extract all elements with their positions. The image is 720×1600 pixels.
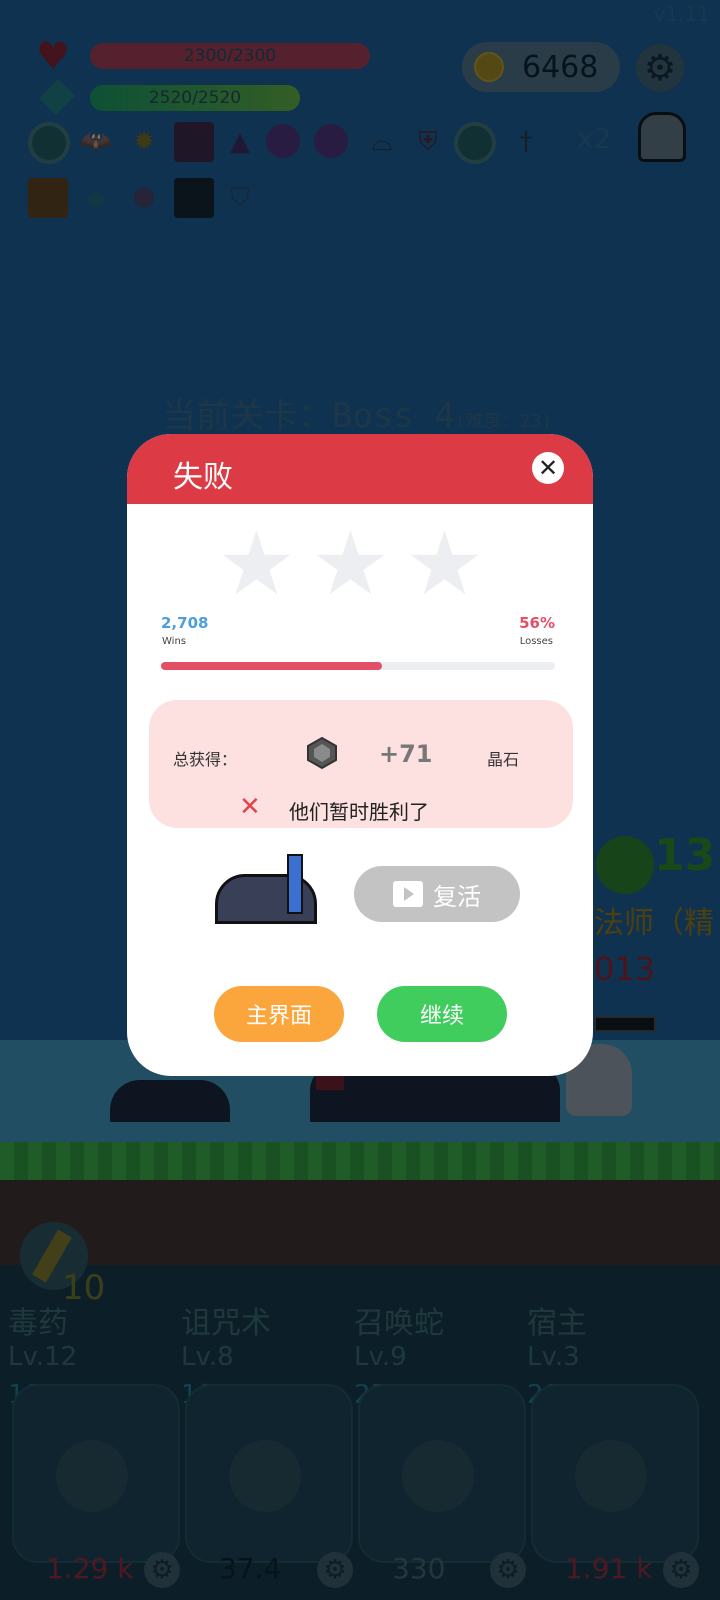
reward-label: 总获得：: [173, 750, 238, 769]
video-ad-icon: [393, 881, 423, 907]
losses-label: Losses: [519, 636, 553, 647]
defeat-dialog: 失败 ✕ ★ ★ ★ 2,708 Wins 56% Losses 总获得： +7…: [127, 434, 593, 1076]
revive-button[interactable]: 复活: [354, 866, 520, 922]
close-icon[interactable]: ✕: [532, 452, 564, 484]
fallen-hero-sprite: [215, 854, 319, 924]
continue-button[interactable]: 继续: [377, 986, 507, 1042]
star-icon: ★: [405, 512, 484, 615]
star-icon: ★: [311, 512, 390, 615]
main-menu-button[interactable]: 主界面: [214, 986, 344, 1042]
fail-x-icon: ✕: [239, 792, 261, 822]
reward-amount: +71: [379, 740, 433, 768]
revive-label: 复活: [433, 882, 481, 911]
crystal-icon: [307, 736, 337, 770]
win-loss-progress: [161, 662, 555, 670]
reward-panel: 总获得： +71 晶石 ✕ 他们暂时胜利了: [149, 700, 573, 828]
losses-value: 56%: [519, 614, 555, 632]
fail-message: 他们暂时胜利了: [289, 800, 429, 824]
reward-unit: 晶石: [487, 750, 520, 769]
wins-value: 2,708: [161, 614, 209, 632]
progress-fill: [161, 662, 382, 670]
wins-label: Wins: [162, 636, 186, 647]
star-icon: ★: [217, 512, 296, 615]
dialog-title: 失败: [173, 460, 233, 495]
